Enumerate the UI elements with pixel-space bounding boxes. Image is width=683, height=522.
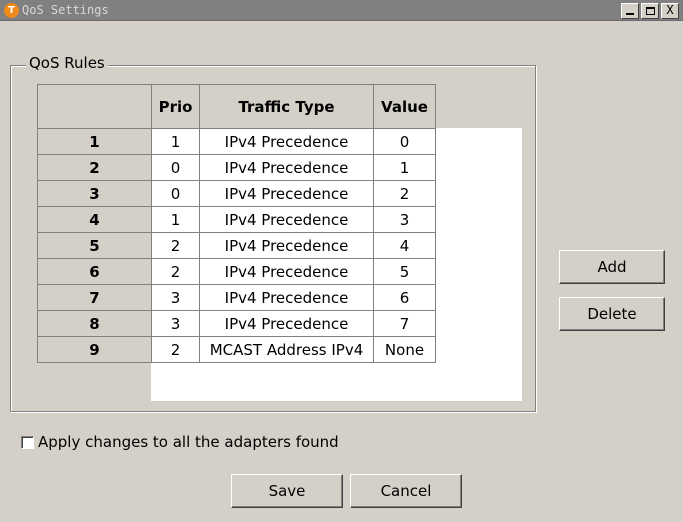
traffic-type-cell[interactable]: IPv4 Precedence [199,154,374,181]
delete-button[interactable]: Delete [559,297,665,331]
traffic-type-cell[interactable]: IPv4 Precedence [199,128,374,155]
column-header-value[interactable]: Value [373,84,436,129]
value-cell[interactable]: 5 [373,258,436,285]
qos-rules-table: Prio Traffic Type Value 1 1 IPv4 Precede… [37,84,436,363]
close-icon: X [666,3,674,17]
table-row[interactable]: 2 0 IPv4 Precedence 1 [37,154,436,181]
prio-cell[interactable]: 3 [151,310,200,337]
column-header-prio[interactable]: Prio [151,84,200,129]
column-header-traffic-type[interactable]: Traffic Type [199,84,374,129]
prio-cell[interactable]: 2 [151,232,200,259]
row-header[interactable]: 8 [37,310,152,337]
maximize-button[interactable] [641,3,659,19]
traffic-type-cell[interactable]: IPv4 Precedence [199,310,374,337]
value-cell[interactable]: None [373,336,436,363]
minimize-button[interactable] [621,3,639,19]
table-row[interactable]: 3 0 IPv4 Precedence 2 [37,180,436,207]
traffic-type-cell[interactable]: IPv4 Precedence [199,206,374,233]
row-header[interactable]: 2 [37,154,152,181]
table-row[interactable]: 8 3 IPv4 Precedence 7 [37,310,436,337]
maximize-icon [645,7,655,15]
add-button[interactable]: Add [559,250,665,284]
table-row[interactable]: 4 1 IPv4 Precedence 3 [37,206,436,233]
traffic-type-cell[interactable]: IPv4 Precedence [199,258,374,285]
prio-cell[interactable]: 1 [151,128,200,155]
save-button[interactable]: Save [231,474,343,508]
minimize-icon [626,13,634,15]
row-header[interactable]: 7 [37,284,152,311]
row-header[interactable]: 6 [37,258,152,285]
traffic-type-cell[interactable]: IPv4 Precedence [199,232,374,259]
value-cell[interactable]: 7 [373,310,436,337]
value-cell[interactable]: 6 [373,284,436,311]
traffic-type-cell[interactable]: MCAST Address IPv4 [199,336,374,363]
prio-cell[interactable]: 2 [151,336,200,363]
apply-all-label[interactable]: Apply changes to all the adapters found [38,432,339,452]
table-row[interactable]: 6 2 IPv4 Precedence 5 [37,258,436,285]
value-cell[interactable]: 4 [373,232,436,259]
cancel-button[interactable]: Cancel [350,474,462,508]
table-row[interactable]: 1 1 IPv4 Precedence 0 [37,128,436,155]
prio-cell[interactable]: 2 [151,258,200,285]
table-row[interactable]: 9 2 MCAST Address IPv4 None [37,336,436,363]
row-header[interactable]: 3 [37,180,152,207]
qos-rules-label: QoS Rules [26,54,108,73]
row-header[interactable]: 9 [37,336,152,363]
traffic-type-cell[interactable]: IPv4 Precedence [199,180,374,207]
close-button[interactable]: X [661,3,679,19]
prio-cell[interactable]: 3 [151,284,200,311]
apply-all-checkbox[interactable] [21,436,34,449]
table-row[interactable]: 7 3 IPv4 Precedence 6 [37,284,436,311]
prio-cell[interactable]: 0 [151,154,200,181]
row-header[interactable]: 5 [37,232,152,259]
window-title: QoS Settings [22,3,109,17]
value-cell[interactable]: 3 [373,206,436,233]
prio-cell[interactable]: 1 [151,206,200,233]
traffic-type-cell[interactable]: IPv4 Precedence [199,284,374,311]
value-cell[interactable]: 2 [373,180,436,207]
row-header[interactable]: 1 [37,128,152,155]
table-row[interactable]: 5 2 IPv4 Precedence 4 [37,232,436,259]
row-header[interactable]: 4 [37,206,152,233]
prio-cell[interactable]: 0 [151,180,200,207]
app-logo-icon: T [4,3,19,18]
value-cell[interactable]: 0 [373,128,436,155]
column-header-corner[interactable] [37,84,152,129]
value-cell[interactable]: 1 [373,154,436,181]
title-bar[interactable]: T QoS Settings X [0,0,683,21]
